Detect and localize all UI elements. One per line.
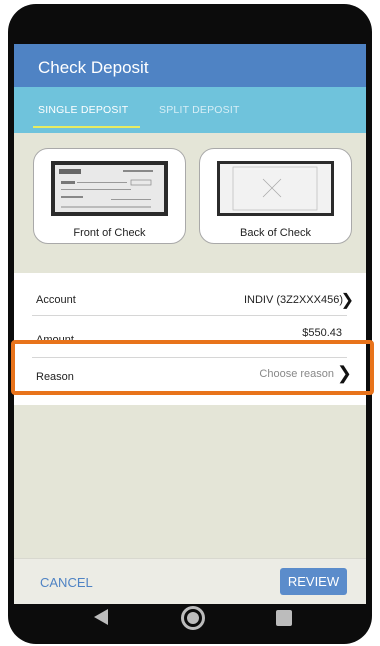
back-check-image	[217, 161, 334, 216]
chevron-right-icon: ❯	[340, 292, 354, 309]
phone-frame: Check Deposit SINGLE DEPOSIT SPLIT DEPOS…	[8, 4, 372, 644]
reason-row[interactable]: Reason Choose reason ❯	[14, 361, 366, 397]
front-check-image	[51, 161, 168, 216]
app-bar: Check Deposit	[14, 44, 366, 87]
action-bar: CANCEL REVIEW	[14, 558, 366, 604]
tab-single-deposit[interactable]: SINGLE DEPOSIT	[38, 104, 128, 116]
tab-split-deposit[interactable]: SPLIT DEPOSIT	[159, 104, 240, 116]
amount-value: $550.43	[302, 327, 342, 339]
app-screen: Check Deposit SINGLE DEPOSIT SPLIT DEPOS…	[14, 44, 366, 604]
account-row[interactable]: Account INDIV (3Z2XXX456) ❯	[14, 273, 366, 311]
back-of-check-label: Back of Check	[240, 227, 311, 239]
back-triangle-icon[interactable]	[94, 609, 108, 625]
active-tab-indicator	[33, 126, 140, 128]
home-circle-icon[interactable]	[181, 606, 205, 630]
amount-label: Amount	[36, 334, 74, 346]
back-of-check-card[interactable]: Back of Check	[199, 148, 352, 244]
account-label: Account	[36, 294, 76, 306]
review-button[interactable]: REVIEW	[280, 568, 347, 595]
front-of-check-card[interactable]: Front of Check	[33, 148, 186, 244]
reason-label: Reason	[36, 371, 74, 383]
android-nav-bar	[8, 600, 372, 640]
account-value: INDIV (3Z2XXX456)	[243, 294, 343, 306]
recents-square-icon[interactable]	[276, 610, 292, 626]
deposit-details-list: Account INDIV (3Z2XXX456) ❯ Amount $550.…	[14, 273, 366, 405]
amount-row[interactable]: Amount $550.43	[14, 311, 366, 349]
divider	[32, 357, 347, 358]
front-of-check-label: Front of Check	[73, 227, 146, 239]
page-title: Check Deposit	[38, 58, 149, 77]
tab-bar: SINGLE DEPOSIT SPLIT DEPOSIT	[14, 87, 366, 133]
cancel-button[interactable]: CANCEL	[40, 575, 93, 590]
chevron-right-icon: ❯	[336, 363, 352, 383]
reason-placeholder: Choose reason	[259, 368, 334, 380]
